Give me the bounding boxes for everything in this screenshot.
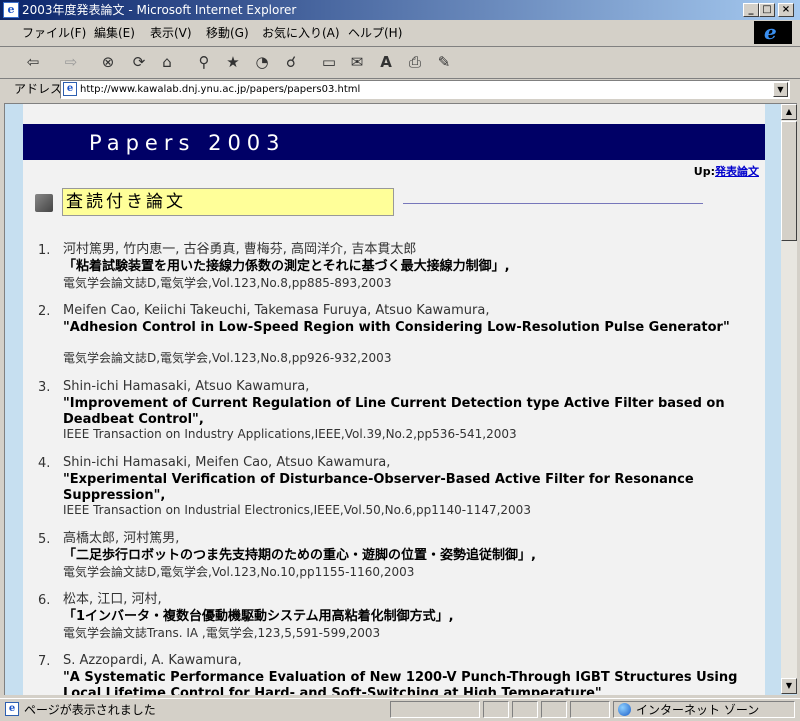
zone-text: インターネット ゾーン <box>636 703 760 717</box>
scroll-thumb[interactable] <box>781 121 797 241</box>
address-label: アドレス <box>14 82 63 96</box>
menu-bar: ファイル(F) 編集(E) 表示(V) 移動(G) お気に入り(A) ヘルプ(H… <box>0 20 800 47</box>
font-icon[interactable]: A <box>375 52 397 72</box>
address-dropdown-button[interactable]: ▼ <box>773 82 788 97</box>
vertical-scrollbar[interactable]: ▲ ▼ <box>781 104 797 694</box>
menu-file[interactable]: ファイル(F) <box>22 26 86 40</box>
status-bar: e ページが表示されました インターネット ゾーン <box>0 698 800 721</box>
status-panel <box>512 701 538 718</box>
section-title-box: 査読付き論文 <box>62 188 394 216</box>
window-title: 2003年度発表論文 - Microsoft Internet Explorer <box>22 3 297 17</box>
forward-icon[interactable]: ⇨ <box>60 52 82 72</box>
publication-title: 「1インバータ・複数台優動機駆動システム用高粘着化制御方式」, <box>63 609 454 624</box>
publication-number: 3. <box>38 380 51 395</box>
ie-page-icon[interactable]: e <box>3 2 19 18</box>
security-zone-panel: インターネット ゾーン <box>613 701 795 718</box>
publication-number: 7. <box>38 654 51 669</box>
scroll-up-button[interactable]: ▲ <box>781 104 797 120</box>
home-icon[interactable]: ⌂ <box>156 52 178 72</box>
publication-venue: IEEE Transaction on Industrial Electroni… <box>63 503 531 517</box>
section-title: 査読付き論文 <box>66 192 186 212</box>
ie-logo-icon: e <box>754 21 792 44</box>
menu-help[interactable]: ヘルプ(H) <box>348 26 402 40</box>
minimize-button[interactable]: _ <box>743 3 759 17</box>
refresh-icon[interactable]: ⟳ <box>128 52 150 72</box>
publication-title: "Improvement of Current Regulation of Li… <box>63 396 725 427</box>
close-button[interactable]: × <box>778 3 794 17</box>
menu-view[interactable]: 表示(V) <box>150 26 192 40</box>
publication-authors: 河村篤男, 竹内恵一, 古谷勇真, 曹梅芬, 高岡洋介, 吉本貫太郎 <box>63 242 417 257</box>
publication-venue: 電気学会論文誌D,電気学会,Vol.123,No.8,pp926-932,200… <box>63 351 392 365</box>
status-panel <box>570 701 610 718</box>
publication-venue: 電気学会論文誌D,電気学会,Vol.123,No.10,pp1155-1160,… <box>63 565 415 579</box>
publication-venue: 電気学会論文誌Trans. IA ,電気学会,123,5,591-599,200… <box>63 626 381 640</box>
address-box[interactable]: e ▼ <box>60 80 790 99</box>
globe-icon <box>618 703 631 716</box>
fullscreen-icon[interactable]: ▭ <box>318 52 340 72</box>
maximize-button[interactable]: □ <box>759 3 775 17</box>
content-viewport: Papers 2003 Up:発表論文 査読付き論文 1. 河村篤男, 竹内恵一… <box>4 103 797 695</box>
status-text: ページが表示されました <box>24 703 156 717</box>
section-divider <box>403 203 703 204</box>
address-input[interactable] <box>80 82 760 97</box>
publication-authors: 高橋太郎, 河村篤男, <box>63 531 180 546</box>
mail-icon[interactable]: ✉ <box>346 52 368 72</box>
page-icon: e <box>63 82 77 96</box>
publication-number: 4. <box>38 456 51 471</box>
scroll-down-button[interactable]: ▼ <box>781 678 797 694</box>
publication-title: "A Systematic Performance Evaluation of … <box>63 670 738 695</box>
publication-number: 1. <box>38 243 51 258</box>
publication-venue: IEEE Transaction on Industry Application… <box>63 427 517 441</box>
up-link[interactable]: 発表論文 <box>715 165 759 178</box>
browser-window: e 2003年度発表論文 - Microsoft Internet Explor… <box>0 0 800 721</box>
edit-icon[interactable]: ✎ <box>433 52 455 72</box>
channels-icon[interactable]: ☌ <box>280 52 302 72</box>
publication-title: 「二足歩行ロボットのつま先支持期のための重心・遊脚の位置・姿勢追従制御」, <box>63 548 536 563</box>
up-prefix: Up: <box>693 165 715 178</box>
page-body: Papers 2003 Up:発表論文 査読付き論文 1. 河村篤男, 竹内恵一… <box>23 104 765 695</box>
toolbar: ⇦ ⇨ ⊗ ⟳ ⌂ ⚲ ★ ◔ ☌ ▭ ✉ A ⎙ ✎ <box>0 47 800 79</box>
publication-number: 2. <box>38 304 51 319</box>
publication-number: 5. <box>38 532 51 547</box>
page-title: Papers 2003 <box>89 131 286 155</box>
title-bar: e 2003年度発表論文 - Microsoft Internet Explor… <box>0 0 800 20</box>
publication-authors: 松本, 江口, 河村, <box>63 592 162 607</box>
menu-favorites[interactable]: お気に入り(A) <box>262 26 340 40</box>
publication-title: "Adhesion Control in Low-Speed Region wi… <box>63 320 730 335</box>
menu-go[interactable]: 移動(G) <box>206 26 249 40</box>
back-icon[interactable]: ⇦ <box>22 52 44 72</box>
up-link-line: Up:発表論文 <box>694 163 759 179</box>
publication-title: "Experimental Verification of Disturbanc… <box>63 472 694 503</box>
menu-edit[interactable]: 編集(E) <box>94 26 135 40</box>
search-icon[interactable]: ⚲ <box>193 52 215 72</box>
publication-authors: S. Azzopardi, A. Kawamura, <box>63 653 242 668</box>
status-panel <box>390 701 480 718</box>
publication-authors: Meifen Cao, Keiichi Takeuchi, Takemasa F… <box>63 303 490 318</box>
page-status-icon: e <box>5 702 19 716</box>
status-panel <box>483 701 509 718</box>
publication-authors: Shin-ichi Hamasaki, Atsuo Kawamura, <box>63 379 310 394</box>
publication-authors: Shin-ichi Hamasaki, Meifen Cao, Atsuo Ka… <box>63 455 391 470</box>
page-header-banner: Papers 2003 <box>23 124 765 160</box>
history-icon[interactable]: ◔ <box>251 52 273 72</box>
publication-venue: 電気学会論文誌D,電気学会,Vol.123,No.8,pp885-893,200… <box>63 276 392 290</box>
section-bullet-icon <box>35 194 53 212</box>
print-icon[interactable]: ⎙ <box>404 52 426 72</box>
status-panel <box>541 701 567 718</box>
stop-icon[interactable]: ⊗ <box>97 52 119 72</box>
favorites-icon[interactable]: ★ <box>222 52 244 72</box>
publication-title: 「粘着試験装置を用いた接線力係数の測定とそれに基づく最大接線力制御」, <box>63 259 510 274</box>
address-bar: アドレス e ▼ <box>0 79 800 100</box>
publication-number: 6. <box>38 593 51 608</box>
